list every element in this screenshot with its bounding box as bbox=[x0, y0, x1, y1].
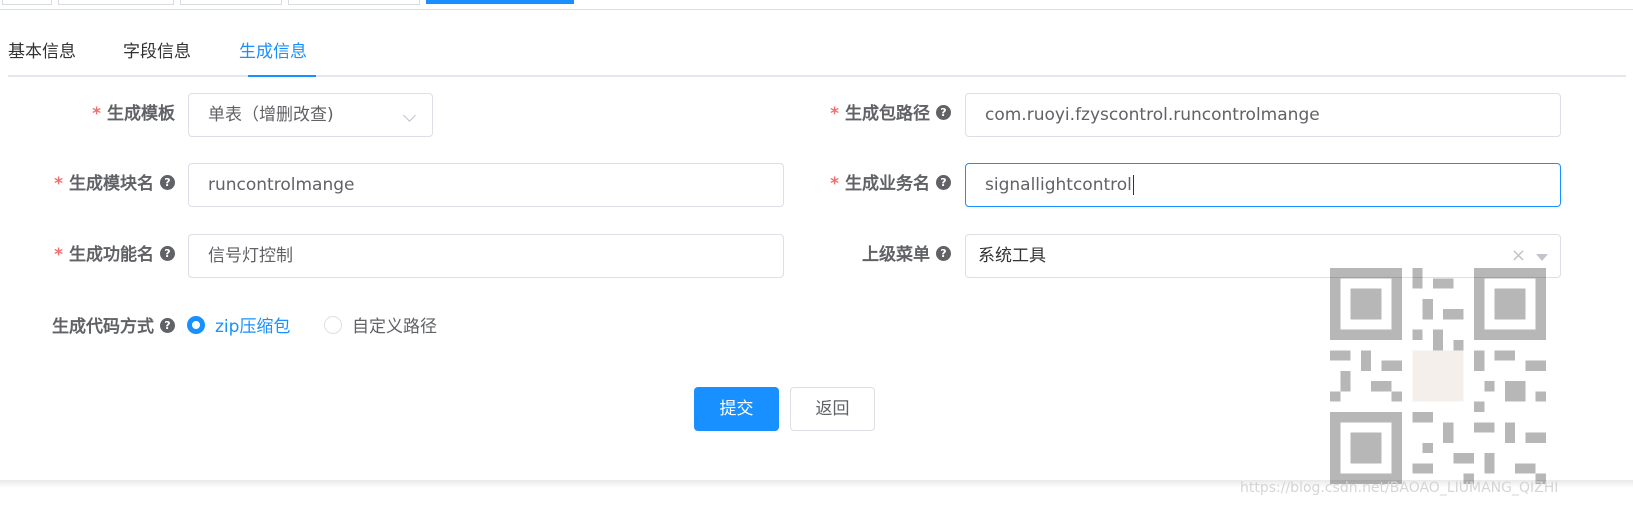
tpl-select[interactable]: 单表（增删改查) bbox=[188, 93, 433, 137]
caret-down-icon[interactable] bbox=[1536, 254, 1548, 261]
function-input[interactable]: 信号灯控制 bbox=[188, 234, 784, 278]
help-icon[interactable]: ? bbox=[160, 317, 175, 333]
required-mark: * bbox=[54, 174, 63, 194]
chevron-down-icon bbox=[403, 109, 416, 122]
package-label-text: 生成包路径 bbox=[845, 104, 930, 124]
help-icon[interactable]: ? bbox=[936, 245, 951, 261]
text-cursor bbox=[1132, 175, 1134, 195]
watermark-text: https://blog.csdn.net/BAOAO_LIUMANG_QIZH… bbox=[1240, 480, 1559, 496]
business-label: * 生成业务名? bbox=[830, 162, 951, 206]
tab-field-info[interactable]: 字段信息 bbox=[123, 40, 191, 64]
package-input[interactable]: com.ruoyi.fzyscontrol.runcontrolmange bbox=[965, 93, 1561, 137]
tab-basic-info[interactable]: 基本信息 bbox=[8, 40, 76, 64]
form-tabs: 基本信息 字段信息 生成信息 bbox=[8, 34, 1626, 77]
function-label-text: 生成功能名 bbox=[69, 245, 154, 265]
function-input-value: 信号灯控制 bbox=[208, 246, 293, 266]
radio-zip[interactable]: zip压缩包 bbox=[187, 316, 291, 337]
function-label: * 生成功能名? bbox=[54, 233, 175, 277]
radio-custom-path-label: 自定义路径 bbox=[352, 317, 437, 337]
gen-type-label: 生成代码方式? bbox=[52, 305, 175, 349]
module-input[interactable]: runcontrolmange bbox=[188, 163, 784, 207]
page-tab[interactable] bbox=[180, 0, 282, 5]
business-input[interactable]: signallightcontrol bbox=[965, 163, 1561, 207]
radio-unchecked-icon bbox=[324, 316, 342, 334]
page-tab-strip bbox=[0, 0, 1633, 10]
parent-menu-label-text: 上级菜单 bbox=[862, 245, 930, 265]
help-icon[interactable]: ? bbox=[936, 174, 951, 190]
gen-type-label-text: 生成代码方式 bbox=[52, 317, 154, 337]
page-tab[interactable] bbox=[58, 0, 174, 5]
radio-custom-path[interactable]: 自定义路径 bbox=[324, 316, 437, 337]
tpl-select-value: 单表（增删改查) bbox=[208, 105, 334, 125]
active-tab-indicator bbox=[248, 75, 316, 77]
required-mark: * bbox=[54, 245, 63, 265]
help-icon[interactable]: ? bbox=[160, 174, 175, 190]
parent-menu-value: 系统工具 bbox=[978, 246, 1046, 266]
radio-zip-label: zip压缩包 bbox=[215, 317, 291, 337]
module-label-text: 生成模块名 bbox=[69, 174, 154, 194]
package-label: * 生成包路径? bbox=[830, 92, 951, 136]
tab-gen-info[interactable]: 生成信息 bbox=[239, 40, 307, 64]
business-label-text: 生成业务名 bbox=[845, 174, 930, 194]
back-button[interactable]: 返回 bbox=[790, 387, 875, 431]
tpl-label: * 生成模板 bbox=[92, 92, 175, 136]
module-input-value: runcontrolmange bbox=[208, 175, 355, 195]
page-tab[interactable] bbox=[288, 0, 420, 5]
qr-code-image bbox=[1330, 268, 1546, 484]
tpl-label-text: 生成模板 bbox=[107, 104, 175, 124]
package-input-value: com.ruoyi.fzyscontrol.runcontrolmange bbox=[985, 105, 1320, 125]
submit-button[interactable]: 提交 bbox=[694, 387, 779, 431]
required-mark: * bbox=[92, 104, 101, 124]
module-label: * 生成模块名? bbox=[54, 162, 175, 206]
page-tab[interactable] bbox=[2, 0, 52, 5]
help-icon[interactable]: ? bbox=[160, 245, 175, 261]
business-input-value: signallightcontrol bbox=[985, 175, 1132, 195]
required-mark: * bbox=[830, 104, 839, 124]
radio-checked-icon bbox=[187, 316, 205, 334]
page-tab-active[interactable] bbox=[426, 0, 574, 4]
required-mark: * bbox=[830, 174, 839, 194]
parent-menu-label: 上级菜单? bbox=[862, 233, 951, 277]
help-icon[interactable]: ? bbox=[936, 104, 951, 120]
